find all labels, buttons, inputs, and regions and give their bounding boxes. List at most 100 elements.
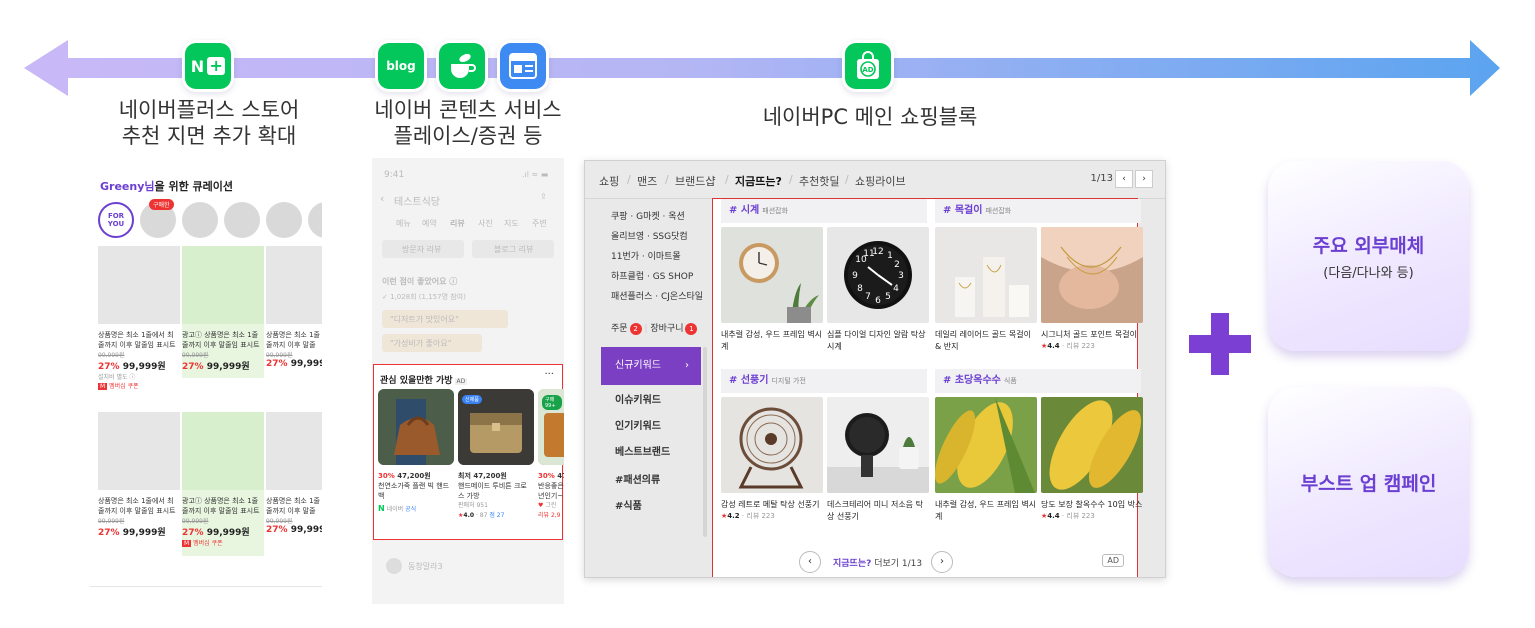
- tab-review[interactable]: 리뷰: [450, 218, 465, 229]
- product-discount: 27%: [266, 525, 288, 535]
- more-icon[interactable]: ···: [544, 369, 554, 380]
- prev-page-button[interactable]: ‹: [1115, 170, 1133, 188]
- rating-value: 4.4: [1047, 342, 1060, 350]
- section-header[interactable]: # 초당옥수수 식품: [935, 369, 1141, 393]
- caption-store-line1: 네이버플러스 스토어: [118, 98, 300, 122]
- item-name: 핸드메이드 투비튼 크로: [458, 482, 527, 490]
- product-card[interactable]: 상품명은 최소 1줄 줄까지 이후 말줄 99,999원 27% 99,999: [266, 246, 322, 369]
- section-header[interactable]: # 시계 패션잡화: [721, 199, 927, 223]
- item-name: 반응좋은: [538, 482, 564, 490]
- plus-icon: [1189, 313, 1251, 375]
- mall-links[interactable]: 11번가 · 이마트몰: [611, 249, 681, 262]
- product-price: 27% 99,999: [266, 525, 322, 535]
- item-discount: 30%: [378, 472, 395, 480]
- order-count: 2: [629, 322, 642, 335]
- caption-store: 네이버플러스 스토어 추천 지면 추가 확대: [113, 97, 305, 149]
- back-icon[interactable]: ‹: [380, 192, 384, 205]
- bag-info: 30% 47,200원 천연소가죽 플랜 빅 핸드 백 N 네이버 공식: [378, 471, 456, 515]
- membership-coupon: M 멤버십 쿠폰: [98, 383, 139, 390]
- product-rating: ★4.4 · 리뷰 223: [1041, 512, 1095, 520]
- product-card[interactable]: 광고ⓘ 상품명은 최소 1줄 줄까지 이후 말줄임 표시트 99,999원 27…: [182, 412, 264, 556]
- keyword-scrollbar[interactable]: [703, 347, 707, 537]
- item-price: 47,200원: [473, 472, 507, 480]
- tab-menu[interactable]: 메뉴: [396, 218, 411, 229]
- product-discount: 27%: [266, 359, 288, 369]
- item-points: 점 27: [489, 512, 505, 519]
- tab-reserve[interactable]: 예약: [422, 218, 437, 229]
- coupon-label: 멤버십 쿠폰: [109, 383, 139, 390]
- product-item[interactable]: 12 3 6 9 1 2 10 11 4 5 7 8 심플 다이얼 디자인 알람 탁상시계: [827, 227, 929, 353]
- keyword-best-brand[interactable]: 베스트브랜드: [615, 443, 670, 458]
- item-name: 천연소가죽 플랜 빅 핸드: [378, 482, 450, 490]
- shopping-sidebar: 쿠팡 · G마켓 · 옥션 올리브영 · SSG닷컴 11번가 · 이마트몰 하…: [599, 199, 711, 577]
- product-card[interactable]: 상품명은 최소 1줄에서 최 줄까지 이후 말줄임 표시트 99,999원 27…: [98, 246, 180, 390]
- next-page-button[interactable]: ›: [1135, 170, 1153, 188]
- naver-plus-icon: N +: [182, 40, 234, 92]
- svg-text:11: 11: [863, 249, 874, 259]
- product-rating: ★4.2 · 리뷰 223: [721, 512, 775, 520]
- card-title: 관심 있을만한 가방 AD: [380, 373, 468, 386]
- product-item[interactable]: 데스크테리어 미니 저소음 탁상 선풍기: [827, 397, 929, 523]
- liked-count: ✓ 1,028회 (1,157명 참여): [382, 293, 466, 301]
- product-original-price: 99,999원: [98, 518, 125, 525]
- product-name: 내추럴 감성, 우드 프레임 벽시계: [721, 330, 823, 351]
- mall-links[interactable]: 하프클럽 · GS SHOP: [611, 269, 693, 282]
- section-header[interactable]: # 목걸이 패션잡화: [935, 199, 1141, 223]
- coupon-label: 멤버십 쿠폰: [193, 540, 223, 547]
- tab-mens[interactable]: 맨즈: [637, 173, 657, 189]
- more-link[interactable]: 지금뜨는? 더보기 1/13: [833, 556, 922, 569]
- product-card[interactable]: 상품명은 최소 1줄에서 최 줄까지 이후 말줄임 표시트 99,999원 27…: [98, 412, 180, 538]
- for-you-circle[interactable]: FOR YOU: [98, 202, 134, 238]
- product-card[interactable]: 상품명은 최소 1줄 줄까지 이후 말줄 99,999원 27% 99,999: [266, 412, 322, 535]
- caption-content-line2: 플레이스/증권 등: [393, 124, 543, 148]
- product-item[interactable]: 당도 보장 찰옥수수 10입 박스 ★4.4 · 리뷰 223: [1041, 397, 1143, 521]
- category-circle[interactable]: [182, 202, 218, 238]
- more-rest: 더보기 1/13: [871, 559, 923, 569]
- page-indicator: 1/13: [1090, 173, 1113, 184]
- keyword-fashion[interactable]: #패션의류: [615, 471, 660, 486]
- card-ad-label: AD: [454, 378, 468, 385]
- product-image: [182, 412, 264, 490]
- product-item[interactable]: 내추럴 감성, 우드 프레임 벽시계: [721, 227, 823, 353]
- tab-trending[interactable]: 지금뜨는?: [735, 173, 782, 189]
- product-item[interactable]: 데일리 레이어드 골드 목걸이 & 반지: [935, 227, 1037, 353]
- boost-up-box: 부스트 업 캠페인: [1268, 387, 1469, 577]
- product-price-value: 99,999원: [122, 528, 166, 538]
- divider: [90, 586, 322, 587]
- tab-live[interactable]: 쇼핑라이브: [855, 173, 906, 189]
- section-tag: # 선풍기: [729, 375, 769, 386]
- share-icon[interactable]: ⇪: [540, 192, 547, 201]
- product-item[interactable]: 시그니처 골드 포인트 목걸이 ★4.4 · 리뷰 223: [1041, 227, 1143, 351]
- new-tag: 신제품: [462, 395, 482, 404]
- product-title: 상품명은 최소 1줄: [266, 497, 320, 505]
- bag-image[interactable]: [378, 389, 454, 465]
- keyword-popular[interactable]: 인기키워드: [615, 417, 661, 432]
- tab-photo[interactable]: 사진: [478, 218, 493, 229]
- keyword-2: "가성비가 좋아요": [390, 339, 452, 348]
- item-reviews: 리뷰 2,9: [538, 512, 561, 519]
- section-tag: # 목걸이: [943, 205, 983, 216]
- product-price: 27% 99,999원: [98, 359, 180, 372]
- category-circle[interactable]: [224, 202, 260, 238]
- product-item[interactable]: 내추럴 감성, 우드 프레임 벽시계: [935, 397, 1037, 523]
- keyword-new[interactable]: 신규키워드 ›: [601, 347, 701, 385]
- tab-map[interactable]: 지도: [504, 218, 519, 229]
- tab-brandshop[interactable]: 브랜드샵: [675, 173, 715, 189]
- tab-hotdeal[interactable]: 추천핫딜: [799, 173, 839, 189]
- category-circle[interactable]: [308, 202, 322, 238]
- section-header[interactable]: # 선풍기 디지털 가전: [721, 369, 927, 393]
- mall-links[interactable]: 쿠팡 · G마켓 · 옥션: [611, 209, 685, 222]
- next-button[interactable]: ›: [931, 551, 953, 573]
- tab-nearby[interactable]: 주변: [532, 218, 547, 229]
- prev-button[interactable]: ‹: [799, 551, 821, 573]
- product-card[interactable]: 광고ⓘ 상품명은 최소 1줄 줄까지 이후 말줄임 표시트 99,999원 27…: [182, 246, 264, 378]
- svg-text:7: 7: [865, 292, 871, 302]
- tab-shopping[interactable]: 쇼핑: [599, 173, 619, 189]
- mall-links[interactable]: 올리브영 · SSG닷컴: [611, 229, 688, 242]
- order-cart-row[interactable]: 주문 2 | 장바구니 1: [611, 321, 698, 335]
- product-item[interactable]: 감성 레트로 메탈 탁상 선풍기 ★4.2 · 리뷰 223: [721, 397, 823, 521]
- keyword-food[interactable]: #식품: [615, 497, 642, 512]
- keyword-issue[interactable]: 이슈키워드: [615, 391, 661, 406]
- category-circle[interactable]: [266, 202, 302, 238]
- mall-links[interactable]: 패션플러스 · CJ온스타일: [611, 289, 703, 302]
